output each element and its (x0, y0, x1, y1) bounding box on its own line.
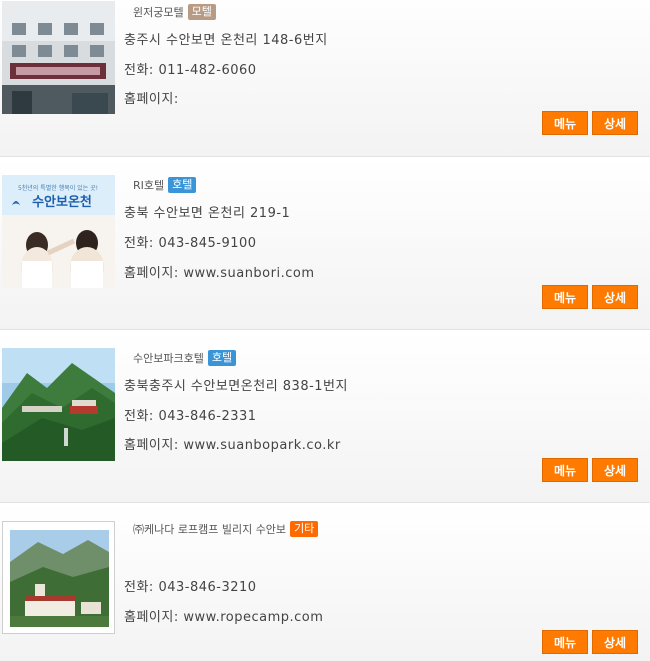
building-photo-icon (2, 1, 115, 114)
listing-card: 윈저궁모텔 모텔 충주시 수안보면 온천리 148-6번지 전화: 011-48… (0, 0, 650, 157)
homepage-label: 홈페이지: (124, 610, 179, 625)
spa-caption: 수안보온천 (32, 194, 92, 210)
listing-thumbnail[interactable] (2, 521, 115, 634)
detail-button[interactable]: 상세 (592, 111, 638, 135)
homepage-label: 홈페이지: (124, 438, 179, 453)
listing-list: 윈저궁모텔 모텔 충주시 수안보면 온천리 148-6번지 전화: 011-48… (0, 0, 650, 661)
phone-label: 전화: (124, 409, 154, 424)
listing-name[interactable]: ㈜케나다 로프캠프 빌리지 수안보 (133, 521, 286, 537)
spa-subcaption: 5천년의 특별한 행복이 있는 곳! (18, 184, 98, 192)
category-badge: 호텔 (168, 177, 197, 193)
detail-button[interactable]: 상세 (592, 285, 638, 309)
detail-button[interactable]: 상세 (592, 630, 638, 654)
phone-label: 전화: (124, 580, 154, 595)
village-photo-icon (3, 522, 114, 633)
listing-address: 충북충주시 수안보면온천리 838-1번지 (124, 379, 348, 394)
listing-title-row: RI호텔 호텔 (133, 176, 197, 194)
listing-phone: 전화: 043-846-3210 (124, 576, 257, 595)
listing-phone: 전화: 043-845-9100 (124, 232, 257, 251)
menu-button[interactable]: 메뉴 (542, 111, 588, 135)
category-badge: 모텔 (187, 4, 216, 20)
listing-name[interactable]: 수안보파크호텔 (133, 350, 204, 366)
menu-button[interactable]: 메뉴 (542, 458, 588, 482)
homepage-label: 홈페이지: (124, 92, 179, 107)
listing-title-row: 수안보파크호텔 호텔 (133, 349, 237, 367)
listing-phone: 전화: 043-846-2331 (124, 405, 257, 424)
phone-value: 011-482-6060 (158, 63, 257, 78)
homepage-link[interactable]: www.ropecamp.com (183, 610, 323, 625)
listing-address: 충주시 수안보면 온천리 148-6번지 (124, 33, 328, 48)
homepage-label: 홈페이지: (124, 266, 179, 281)
detail-button[interactable]: 상세 (592, 458, 638, 482)
spa-photo-icon: 5천년의 특별한 행복이 있는 곳! 수안보온천 (2, 175, 115, 288)
listing-phone: 전화: 011-482-6060 (124, 59, 257, 78)
phone-label: 전화: (124, 236, 154, 251)
listing-card: 수안보파크호텔 호텔 충북충주시 수안보면온천리 838-1번지 전화: 043… (0, 331, 650, 503)
listing-homepage: 홈페이지: (124, 88, 179, 107)
homepage-link[interactable]: www.suanbopark.co.kr (183, 438, 340, 453)
listing-card: 5천년의 특별한 행복이 있는 곳! 수안보온천 RI호텔 호텔 충북 수안보면… (0, 158, 650, 330)
listing-homepage: 홈페이지: www.suanbori.com (124, 262, 315, 281)
listing-thumbnail[interactable] (2, 348, 115, 461)
listing-homepage: 홈페이지: www.suanbopark.co.kr (124, 434, 341, 453)
listing-homepage: 홈페이지: www.ropecamp.com (124, 606, 323, 625)
category-badge: 호텔 (207, 350, 237, 366)
listing-address: 충북 수안보면 온천리 219-1 (124, 206, 291, 221)
phone-value: 043-846-2331 (158, 409, 257, 424)
category-badge: 기타 (290, 521, 319, 537)
homepage-link[interactable]: www.suanbori.com (183, 266, 314, 281)
phone-label: 전화: (124, 63, 154, 78)
phone-value: 043-845-9100 (158, 236, 257, 251)
listing-name[interactable]: RI호텔 (133, 177, 164, 193)
menu-button[interactable]: 메뉴 (542, 285, 588, 309)
listing-thumbnail[interactable]: 5천년의 특별한 행복이 있는 곳! 수안보온천 (2, 175, 115, 288)
listing-name[interactable]: 윈저궁모텔 (133, 4, 184, 20)
listing-card: ㈜케나다 로프캠프 빌리지 수안보 기타 전화: 043-846-3210 홈페… (0, 504, 650, 661)
listing-title-row: 윈저궁모텔 모텔 (133, 3, 216, 21)
listing-thumbnail[interactable] (2, 1, 115, 114)
phone-value: 043-846-3210 (158, 580, 257, 595)
mountain-photo-icon (2, 348, 115, 461)
menu-button[interactable]: 메뉴 (542, 630, 588, 654)
listing-title-row: ㈜케나다 로프캠프 빌리지 수안보 기타 (133, 520, 319, 538)
